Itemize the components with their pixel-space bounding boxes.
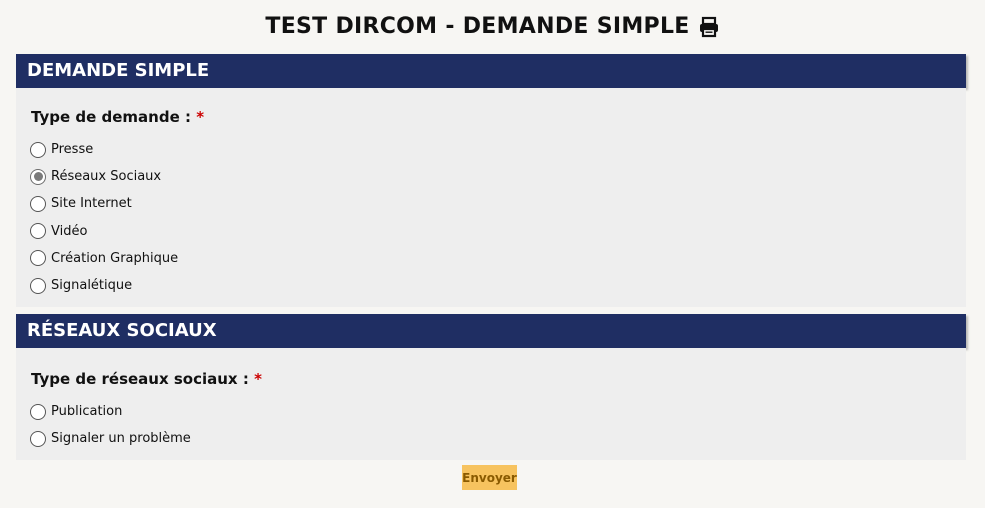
section-demande-simple: DEMANDE SIMPLE Type de demande : * Press… <box>16 54 966 307</box>
radio-button-selected[interactable] <box>30 168 46 185</box>
radio-button[interactable] <box>30 277 46 294</box>
radio-button[interactable] <box>30 195 46 212</box>
required-marker: * <box>254 370 262 388</box>
section-reseaux-sociaux: RÉSEAUX SOCIAUX Type de réseaux sociaux … <box>16 314 966 460</box>
radio-button[interactable] <box>30 250 46 267</box>
section-body: Type de demande : * Presse Réseaux Socia… <box>16 88 966 307</box>
question-label: Type de demande : * <box>31 108 966 126</box>
radio-button[interactable] <box>30 223 46 240</box>
radio-label[interactable]: Signaler un problème <box>51 431 191 446</box>
radio-option-presse[interactable]: Presse <box>30 136 966 163</box>
radio-button[interactable] <box>30 141 46 158</box>
radio-label[interactable]: Signalétique <box>51 278 132 293</box>
print-icon[interactable] <box>698 16 720 38</box>
required-marker: * <box>196 108 205 126</box>
question-text: Type de réseaux sociaux : <box>31 370 249 388</box>
radio-option-signaler-probleme[interactable]: Signaler un problème <box>30 425 966 452</box>
radio-label[interactable]: Vidéo <box>51 224 87 239</box>
radio-option-signaletique[interactable]: Signalétique <box>30 272 966 299</box>
radio-label[interactable]: Presse <box>51 142 93 157</box>
radio-option-site-internet[interactable]: Site Internet <box>30 190 966 217</box>
radio-label[interactable]: Création Graphique <box>51 251 178 266</box>
radio-option-video[interactable]: Vidéo <box>30 218 966 245</box>
radio-label[interactable]: Publication <box>51 404 122 419</box>
radio-label[interactable]: Site Internet <box>51 196 132 211</box>
page-title: TEST DIRCOM - DEMANDE SIMPLE <box>0 14 985 39</box>
radio-button[interactable] <box>30 430 46 447</box>
radio-button[interactable] <box>30 403 46 420</box>
question-text: Type de demande : <box>31 108 191 126</box>
radio-label[interactable]: Réseaux Sociaux <box>51 169 161 184</box>
radio-option-publication[interactable]: Publication <box>30 398 966 425</box>
radio-option-creation-graphique[interactable]: Création Graphique <box>30 245 966 272</box>
section-header: DEMANDE SIMPLE <box>16 54 966 88</box>
question-label: Type de réseaux sociaux : * <box>31 370 966 388</box>
submit-button[interactable]: Envoyer <box>462 465 517 490</box>
page-title-text: TEST DIRCOM - DEMANDE SIMPLE <box>265 14 690 39</box>
radio-option-reseaux-sociaux[interactable]: Réseaux Sociaux <box>30 163 966 190</box>
section-header: RÉSEAUX SOCIAUX <box>16 314 966 348</box>
radio-dot <box>33 172 43 182</box>
section-body: Type de réseaux sociaux : * Publication … <box>16 348 966 460</box>
